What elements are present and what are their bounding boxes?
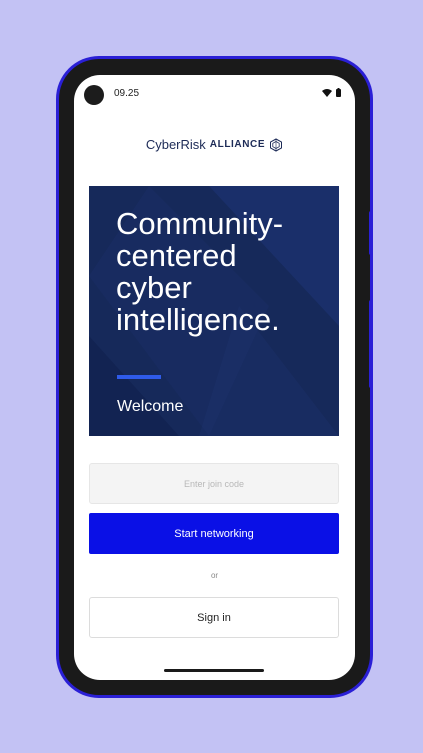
camera-icon [84, 85, 104, 105]
hero-accent-bar [117, 375, 161, 379]
join-code-input[interactable] [89, 463, 339, 504]
sign-in-button[interactable]: Sign in [89, 597, 339, 638]
hero-line-2: centered [116, 238, 237, 273]
brand-name: CyberRisk [145, 137, 206, 152]
hero-subtitle: Welcome [117, 398, 184, 415]
start-networking-button[interactable]: Start networking [89, 513, 339, 554]
power-button [369, 300, 373, 388]
hero-line-1: Community- [116, 206, 284, 241]
brand-suffix: ALLIANCE [209, 139, 266, 150]
brand-logo: CyberRisk ALLIANCE [74, 137, 355, 152]
wifi-icon [322, 88, 332, 97]
hero-line-3: cyber [116, 270, 192, 305]
hero-line-4: intelligence. [116, 302, 280, 337]
volume-button [369, 211, 373, 255]
home-indicator[interactable] [164, 669, 264, 672]
battery-icon [336, 88, 341, 97]
status-time: 09.25 [114, 88, 140, 99]
phone-screen: 09.25 CyberRisk ALLIANCE Community- cent… [74, 75, 355, 680]
status-icons [322, 88, 341, 97]
shield-emblem-icon [270, 137, 283, 152]
hero-banner: Community- centered cyber intelligence. … [89, 186, 339, 436]
hero-headline: Community- centered cyber intelligence. [116, 208, 336, 336]
or-divider-label: or [210, 571, 219, 580]
